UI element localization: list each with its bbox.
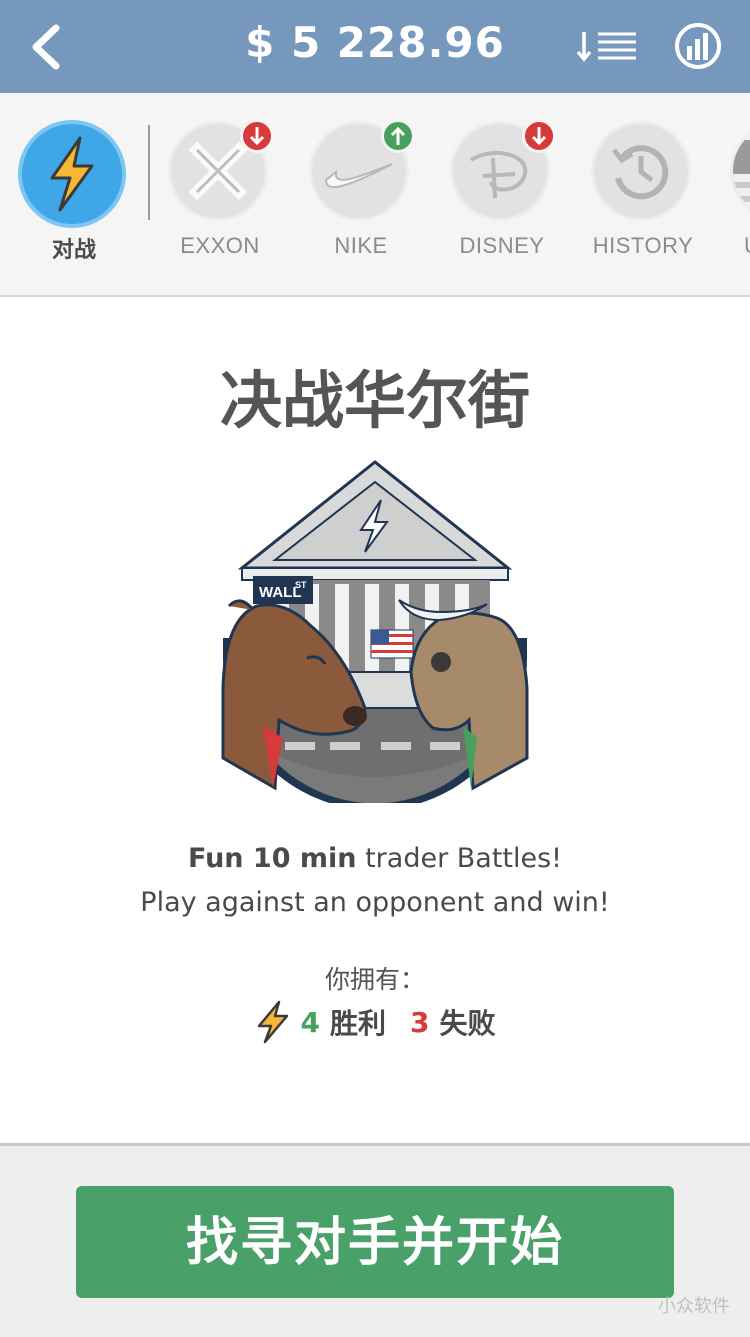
tab-disney[interactable]: DISNEY — [432, 93, 572, 293]
tagline-secondary: Play against an opponent and win! — [140, 887, 610, 918]
tab-disney-label: DISNEY — [459, 233, 545, 258]
losses-count: 3 — [410, 1005, 430, 1039]
tagline: Fun 10 min trader Battles! — [0, 843, 750, 874]
tab-us[interactable]: U — [712, 93, 750, 293]
us-flag-icon — [730, 121, 750, 221]
page-title: 决战华尔街 — [219, 364, 530, 437]
wall-street-bull-bear-illustration: WALL ST — [221, 460, 529, 803]
tagline-rest: trader Battles! — [356, 843, 563, 874]
tab-exxon-label: EXXON — [180, 233, 260, 258]
wall-st-sign-sup: ST — [295, 580, 307, 590]
tab-us-label: U — [712, 233, 750, 259]
lightning-icon — [18, 120, 126, 228]
tagline-bold: Fun 10 min — [187, 843, 357, 874]
tab-history-label: HISTORY — [592, 233, 694, 258]
tab-nike[interactable]: NIKE — [291, 93, 431, 293]
tab-battle[interactable]: 对战 — [0, 93, 140, 293]
ticker-strip[interactable]: 对战 EXXON NIKE DISNEY HISTORY — [0, 93, 750, 297]
history-icon — [591, 121, 691, 221]
trend-up-badge — [381, 119, 415, 153]
wins-count: 4 — [300, 1005, 320, 1039]
watermark: 小众软件 — [658, 1296, 730, 1317]
top-bar: $ 5 228.96 — [0, 0, 750, 93]
stats-chart-icon[interactable] — [674, 22, 722, 70]
win-loss-record: 4 胜利 3 失败 — [0, 1000, 750, 1044]
losses-label: 失败 — [439, 1007, 496, 1040]
sort-list-icon[interactable] — [576, 26, 640, 66]
tab-battle-label: 对战 — [51, 238, 96, 263]
wins-label: 胜利 — [329, 1007, 386, 1040]
record-label: 你拥有： — [324, 965, 425, 994]
tab-history[interactable]: HISTORY — [573, 93, 713, 293]
trend-down-badge — [522, 119, 556, 153]
find-opponent-button[interactable]: 找寻对手并开始 — [76, 1186, 674, 1298]
trend-down-badge — [240, 119, 274, 153]
tab-nike-label: NIKE — [334, 233, 388, 258]
lightning-icon — [257, 1000, 288, 1044]
tab-exxon[interactable]: EXXON — [150, 93, 290, 293]
